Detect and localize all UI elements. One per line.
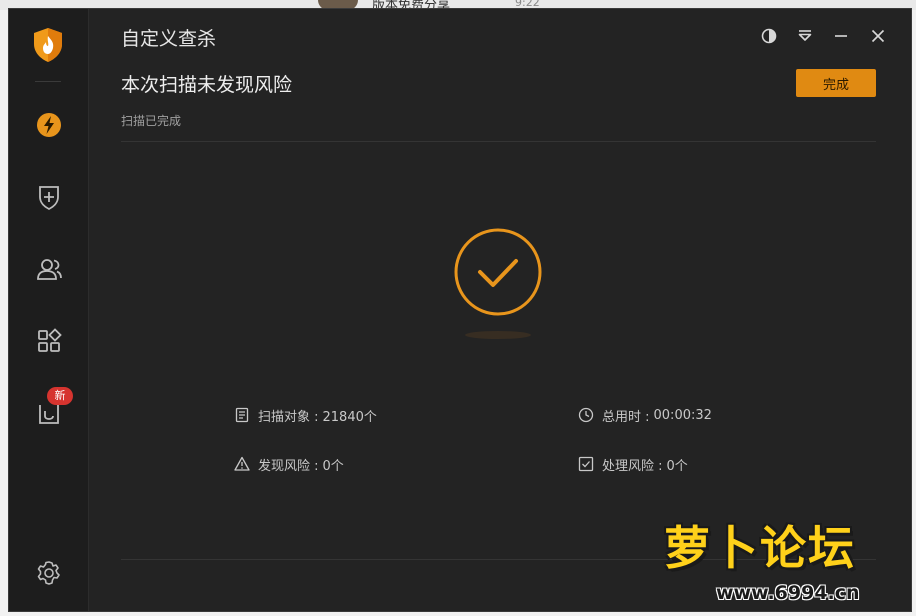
stat-total-time: 总用时 : 00:00:32 xyxy=(578,405,712,425)
lightning-icon xyxy=(37,113,61,137)
sidebar-divider xyxy=(35,81,61,82)
menu-dropdown-icon xyxy=(798,30,812,41)
close-icon xyxy=(871,29,885,43)
sidebar-item-quick-scan[interactable] xyxy=(33,109,65,141)
warning-icon xyxy=(234,456,250,471)
stat-label: 发现风险 : xyxy=(258,458,319,474)
apps-grid-icon xyxy=(38,328,62,352)
minimize-button[interactable] xyxy=(831,26,851,46)
sidebar: 新 xyxy=(9,9,89,611)
clock-icon xyxy=(578,407,594,423)
stat-risks-found: 发现风险 : 0个 xyxy=(234,454,344,474)
stat-value: 00:00:32 xyxy=(653,407,712,423)
stat-value: 21840个 xyxy=(322,409,377,425)
stat-value: 0个 xyxy=(666,458,688,474)
users-icon xyxy=(37,259,62,280)
stat-risks-handled: 处理风险 : 0个 xyxy=(578,454,688,474)
contrast-icon xyxy=(761,28,777,44)
window-title: 自定义查杀 xyxy=(121,28,217,50)
menu-button[interactable] xyxy=(795,26,815,46)
sidebar-item-apps[interactable] xyxy=(33,325,65,357)
theme-toggle-button[interactable] xyxy=(759,26,779,46)
divider xyxy=(121,141,876,142)
scan-result-headline: 本次扫描未发现风险 xyxy=(121,74,293,96)
checkbox-icon xyxy=(578,456,594,472)
new-badge: 新 xyxy=(47,387,73,405)
minimize-icon xyxy=(835,35,847,37)
done-button[interactable]: 完成 xyxy=(796,69,876,97)
stat-label: 处理风险 : xyxy=(602,458,663,474)
document-icon xyxy=(235,407,249,423)
sidebar-item-users[interactable] xyxy=(33,253,65,285)
stat-value: 0个 xyxy=(322,458,344,474)
checkmark-shadow xyxy=(465,331,531,339)
sidebar-item-settings[interactable] xyxy=(33,557,65,589)
checkmark-circle-icon xyxy=(454,228,542,316)
sidebar-item-protection[interactable] xyxy=(33,181,65,213)
stat-scan-objects: 扫描对象 : 21840个 xyxy=(234,405,377,425)
shield-plus-icon xyxy=(39,186,59,211)
forum-watermark: 萝卜论坛 www.6994.cn xyxy=(664,512,904,612)
stat-label: 扫描对象 : xyxy=(258,409,319,425)
scan-status-text: 扫描已完成 xyxy=(121,114,182,128)
gear-icon xyxy=(37,561,60,585)
watermark-title: 萝卜论坛 xyxy=(664,521,856,575)
close-button[interactable] xyxy=(868,26,888,46)
watermark-url: www.6994.cn xyxy=(716,582,860,604)
stat-label: 总用时 : xyxy=(602,409,650,425)
shield-flame-logo-icon xyxy=(32,27,64,63)
